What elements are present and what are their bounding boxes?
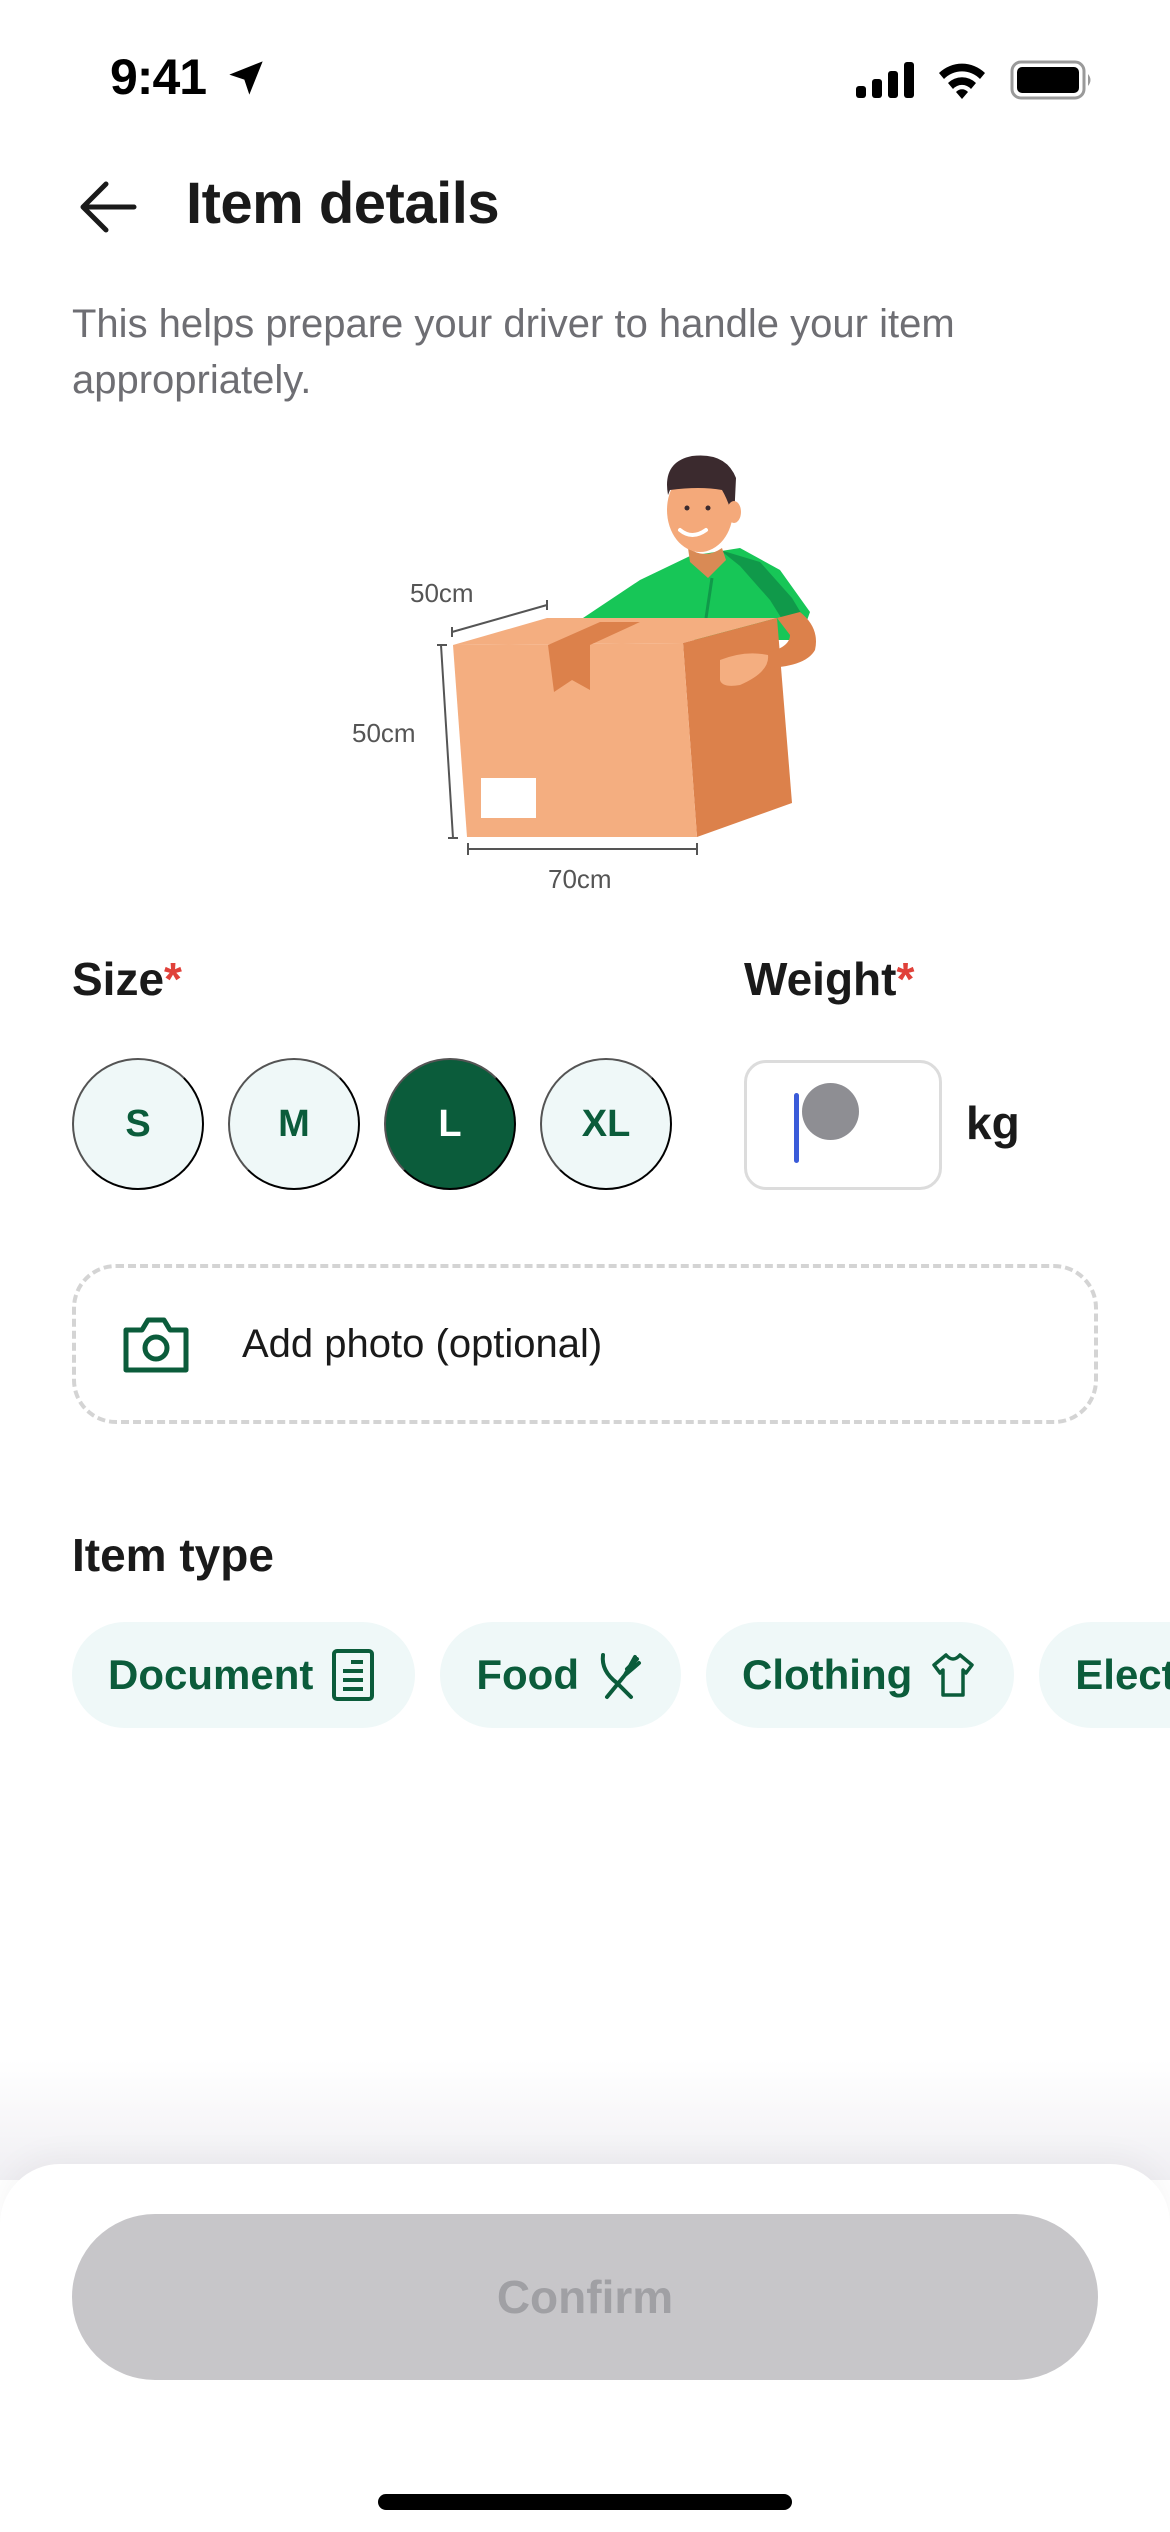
width-dimension-label: 70cm: [548, 864, 612, 894]
face-shape: [667, 468, 733, 552]
height-dimension-label: 50cm: [352, 718, 416, 748]
box-side: [683, 618, 792, 837]
item-type-clothing[interactable]: Clothing: [705, 1622, 1015, 1728]
wifi-icon: [939, 63, 985, 99]
status-time: 9:41: [110, 49, 207, 105]
size-label: Size*: [72, 952, 182, 1006]
size-option-l[interactable]: L: [384, 1058, 516, 1190]
box-label: [481, 778, 536, 818]
home-indicator: [378, 2494, 792, 2510]
utensils-icon: [600, 1653, 641, 1699]
box-top: [453, 618, 777, 645]
item-type-label: Item type: [72, 1529, 274, 1581]
hair-shape: [667, 455, 736, 520]
arrow-left-icon: [80, 181, 137, 233]
battery-icon: [1010, 60, 1091, 100]
weight-label: Weight*: [744, 952, 914, 1006]
size-option-m[interactable]: M: [228, 1058, 360, 1190]
arm-shape: [755, 612, 816, 668]
box-tape: [548, 622, 640, 692]
shirt-shape: [580, 548, 810, 640]
neck-shape: [688, 548, 726, 578]
dimension-lines: [437, 600, 698, 855]
cellular-signal-icon: [856, 62, 914, 98]
required-asterisk: *: [164, 953, 182, 1005]
item-type-label-text: Clothing: [741, 1651, 913, 1698]
weight-unit-label: kg: [966, 1097, 1020, 1149]
page-title: Item details: [186, 171, 500, 236]
shirt-shadow: [720, 550, 810, 632]
item-type-electronics[interactable]: Electronics: [1039, 1622, 1170, 1728]
confirm-button[interactable]: Confirm: [72, 2214, 1098, 2380]
add-photo-button[interactable]: Add photo (optional): [72, 1264, 1098, 1424]
add-photo-label: Add photo (optional): [242, 1321, 603, 1366]
camera-icon: [123, 1317, 189, 1373]
box-illustration-svg: [437, 455, 816, 855]
size-selector: S M L XL: [72, 1058, 672, 1190]
tshirt-icon: [932, 1653, 975, 1697]
size-label-text: Size: [72, 953, 165, 1005]
weight-field[interactable]: [744, 1060, 942, 1190]
item-type-label-text: Food: [476, 1651, 579, 1698]
box-front: [453, 643, 697, 837]
page-subtitle: This helps prepare your driver to handle…: [72, 302, 955, 402]
bottom-fade: [0, 2060, 1170, 2180]
depth-dimension-label: 50cm: [410, 578, 474, 608]
item-type-list: Document Food Clothing Electronics: [72, 1622, 1170, 1728]
hand-shape: [720, 653, 769, 686]
weight-label-text: Weight: [744, 953, 897, 1005]
item-type-food[interactable]: Food: [440, 1622, 681, 1728]
item-type-label-text: Electronics: [1075, 1651, 1170, 1698]
item-type-document[interactable]: Document: [72, 1622, 416, 1728]
back-button[interactable]: [70, 172, 146, 242]
location-arrow-icon: [229, 61, 263, 95]
text-caret: [794, 1093, 799, 1163]
delivery-person-illustration: 50cm 50cm 70cm: [0, 0, 1170, 1000]
item-type-label-text: Document: [108, 1651, 314, 1698]
size-option-s[interactable]: S: [72, 1058, 204, 1190]
size-option-xl[interactable]: XL: [540, 1058, 672, 1190]
required-asterisk: *: [896, 953, 915, 1005]
document-icon: [332, 1649, 375, 1701]
touch-indicator: [802, 1083, 859, 1140]
